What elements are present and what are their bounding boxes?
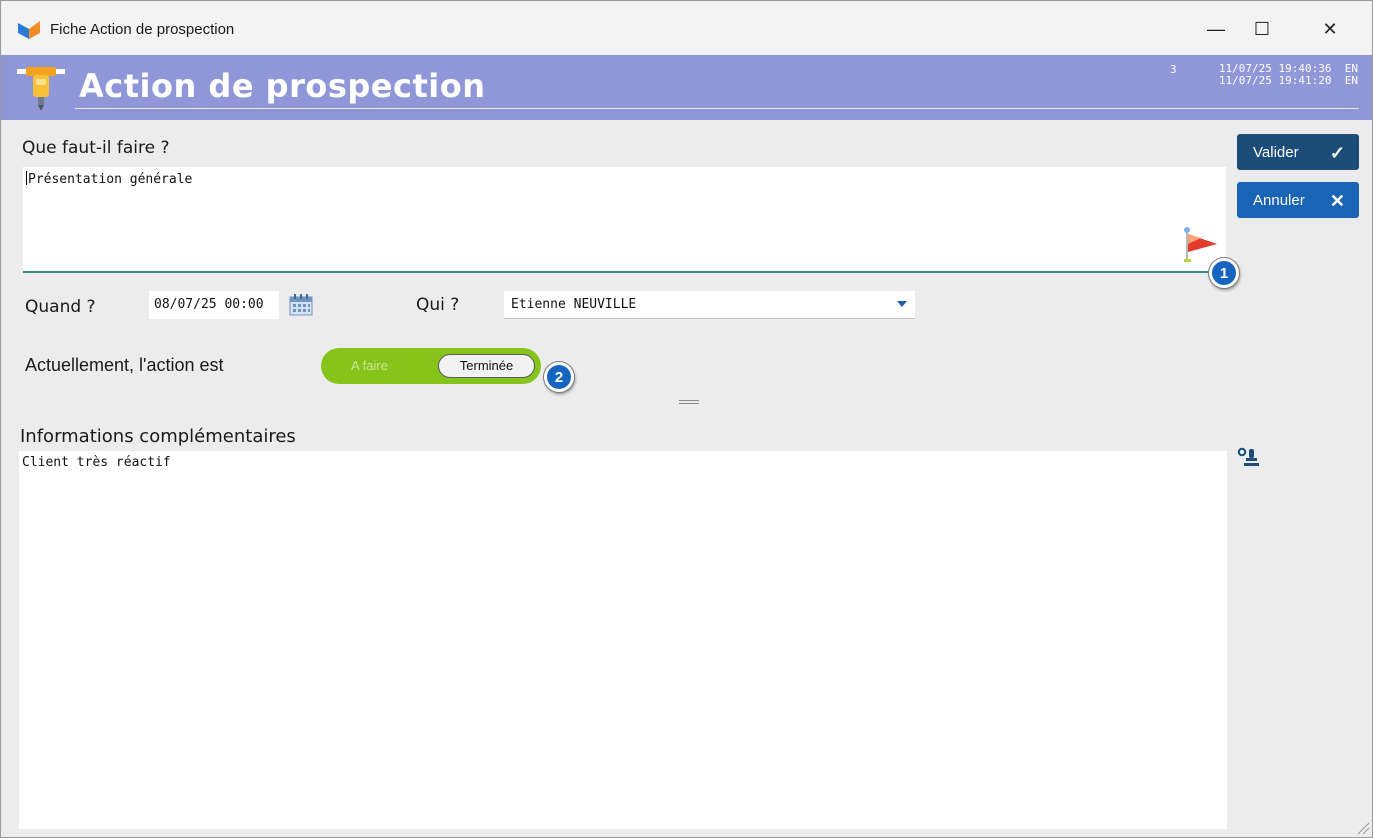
minimize-button[interactable]: — bbox=[1193, 11, 1239, 47]
info-text: Client très réactif bbox=[22, 455, 171, 470]
info-label: Informations complémentaires bbox=[20, 426, 296, 447]
badge-one: 1 bbox=[1209, 258, 1239, 288]
page-title: Action de prospection bbox=[79, 67, 486, 105]
title-bar: Fiche Action de prospection — ☐ ✕ bbox=[1, 1, 1372, 55]
app-logo-icon bbox=[18, 21, 40, 39]
assignee-select[interactable]: Etienne NEUVILLE bbox=[504, 291, 915, 319]
status-label: Actuellement, l'action est bbox=[25, 355, 224, 375]
date-field[interactable]: 08/07/25 00:00 bbox=[149, 291, 279, 319]
info-textarea[interactable]: Client très réactif bbox=[19, 451, 1227, 829]
calendar-icon[interactable] bbox=[289, 294, 313, 316]
validate-label: Valider bbox=[1253, 143, 1299, 161]
flag-icon[interactable] bbox=[1181, 226, 1221, 264]
x-icon: ✕ bbox=[1329, 191, 1345, 211]
badge-two: 2 bbox=[544, 362, 574, 392]
jackhammer-icon bbox=[17, 67, 65, 111]
who-label: Qui ? bbox=[416, 295, 460, 315]
task-textarea[interactable]: Présentation générale bbox=[23, 167, 1226, 273]
maximize-button[interactable]: ☐ bbox=[1239, 11, 1285, 47]
modified-timestamp: 11/07/25 19:41:20 EN bbox=[1218, 74, 1358, 87]
checkmark-icon: ✓ bbox=[1329, 143, 1345, 163]
task-text: Présentation générale bbox=[28, 172, 193, 187]
splitter-handle[interactable] bbox=[679, 400, 699, 404]
timestamps: 11/07/25 19:40:36 EN 11/07/25 19:41:20 E… bbox=[1219, 63, 1358, 87]
resize-grip-icon[interactable] bbox=[1356, 821, 1370, 835]
validate-button[interactable]: Valider ✓ bbox=[1237, 134, 1359, 170]
toggle-option-done[interactable]: Terminée bbox=[438, 354, 535, 378]
task-label: Que faut-il faire ? bbox=[22, 138, 170, 158]
window-title: Fiche Action de prospection bbox=[50, 21, 235, 38]
header-underline bbox=[75, 108, 1359, 109]
cancel-button[interactable]: Annuler ✕ bbox=[1237, 182, 1359, 218]
close-button[interactable]: ✕ bbox=[1307, 11, 1353, 47]
cancel-label: Annuler bbox=[1253, 191, 1305, 209]
toggle-option-todo[interactable]: A faire bbox=[351, 358, 388, 373]
when-label: Quand ? bbox=[25, 297, 96, 317]
dialog-window: Fiche Action de prospection — ☐ ✕ Action… bbox=[0, 0, 1373, 838]
record-number: 3 bbox=[1170, 63, 1177, 76]
header-band: Action de prospection 3 11/07/25 19:40:3… bbox=[1, 55, 1372, 120]
stamp-icon[interactable] bbox=[1237, 446, 1261, 470]
chevron-down-icon[interactable] bbox=[897, 301, 907, 307]
status-toggle[interactable]: A faire Terminée bbox=[321, 348, 541, 384]
